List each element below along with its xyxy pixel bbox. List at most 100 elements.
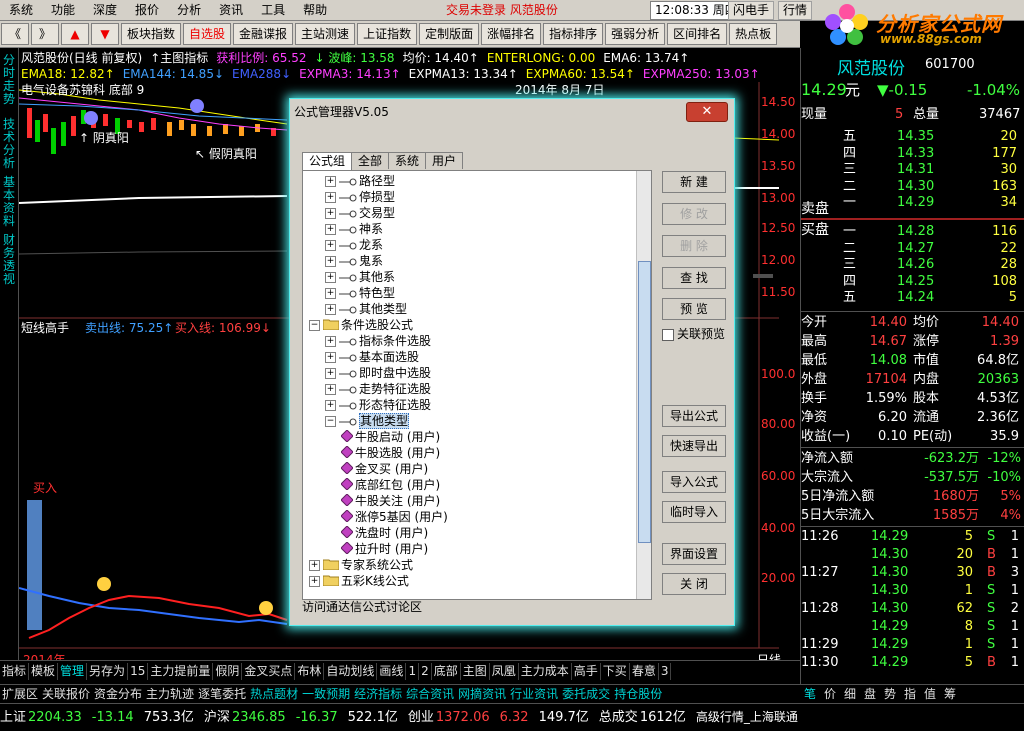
indicator-tab[interactable]: 底部	[432, 663, 461, 680]
right-tab[interactable]: 值	[920, 685, 940, 703]
tree-item-group[interactable]: + 指标条件选股	[325, 333, 431, 349]
dialog-button[interactable]: 导出公式	[662, 405, 726, 427]
menu-item[interactable]: 系统	[0, 0, 42, 20]
collapse-icon[interactable]: −	[325, 416, 336, 427]
indicator-tab[interactable]: 高手	[572, 663, 601, 680]
indicator-tab[interactable]: 模板	[29, 663, 59, 680]
extension-tab[interactable]: 逐笔委托	[196, 685, 248, 703]
indicator-tab[interactable]: 下买	[601, 663, 630, 680]
tree-item-formula[interactable]: 金叉买 (用户)	[340, 460, 428, 477]
expand-icon[interactable]: +	[325, 304, 336, 315]
extension-tab[interactable]: 一致预期	[300, 685, 352, 703]
indicator-tab[interactable]: 3	[659, 663, 672, 680]
collapse-icon[interactable]: −	[309, 320, 320, 331]
extension-tab[interactable]: 行业资讯	[508, 685, 560, 703]
extension-tab[interactable]: 委托成交	[560, 685, 612, 703]
nav-back-button[interactable]: 《	[1, 23, 29, 45]
tab-technical[interactable]: 技术分析	[0, 118, 18, 170]
indicator-tab[interactable]: 另存为	[87, 663, 129, 680]
tree-item-folder[interactable]: + 五彩K线公式	[309, 573, 409, 589]
tree-item-group[interactable]: + 交易型	[325, 205, 395, 221]
menu-item[interactable]: 资讯	[210, 0, 252, 20]
toolbar-button[interactable]: 热点板	[729, 23, 778, 45]
dialog-button[interactable]: 临时导入	[662, 501, 726, 523]
dialog-button[interactable]: 界面设置	[662, 543, 726, 565]
tab-financials[interactable]: 财务透视	[0, 234, 18, 286]
indicator-tab[interactable]: 金叉买点	[242, 663, 296, 680]
tree-item-group[interactable]: + 基本面选股	[325, 349, 419, 365]
expand-icon[interactable]: +	[325, 208, 336, 219]
collapse-icon[interactable]: +	[309, 576, 320, 587]
expand-icon[interactable]: +	[325, 368, 336, 379]
dialog-button[interactable]: 查 找	[662, 267, 726, 289]
right-tab[interactable]: 笔	[800, 685, 820, 703]
tree-item-group[interactable]: − 其他类型	[325, 413, 410, 429]
indicator-tab[interactable]: 春意	[630, 663, 659, 680]
collapse-icon[interactable]: +	[309, 560, 320, 571]
toolbar-button[interactable]: 指标排序	[543, 23, 604, 45]
tree-item-formula[interactable]: 牛股关注 (用户)	[340, 492, 440, 509]
menu-item[interactable]: 功能	[42, 0, 84, 20]
menu-item[interactable]: 分析	[168, 0, 210, 20]
dialog-button[interactable]: 预 览	[662, 298, 726, 320]
extension-tab[interactable]: 扩展区	[0, 685, 40, 703]
nav-forward-button[interactable]: 》	[31, 23, 59, 45]
tree-item-formula[interactable]: 牛股启动 (用户)	[340, 428, 440, 445]
toolbar-button[interactable]: 上证指数	[357, 23, 418, 45]
indicator-tab[interactable]: 画线	[377, 663, 407, 680]
expand-icon[interactable]: +	[325, 400, 336, 411]
indicator-tab[interactable]: 主力成本	[519, 663, 572, 680]
menu-item[interactable]: 帮助	[294, 0, 336, 20]
tree-item-group[interactable]: + 其他系	[325, 269, 395, 285]
right-tab[interactable]: 筹	[940, 685, 960, 703]
tree-item-group[interactable]: + 停损型	[325, 189, 395, 205]
expand-icon[interactable]: +	[325, 384, 336, 395]
indicator-tab[interactable]: 布林	[295, 663, 325, 680]
dialog-button[interactable]: 快速导出	[662, 435, 726, 457]
extension-tab[interactable]: 资金分布	[92, 685, 144, 703]
tab-system[interactable]: 系统	[388, 152, 427, 169]
checkbox-box[interactable]	[662, 328, 674, 341]
indicator-tab[interactable]: 管理	[58, 663, 88, 680]
tab-user[interactable]: 用户	[425, 152, 464, 169]
extension-tab[interactable]: 经济指标	[352, 685, 404, 703]
extension-tab[interactable]: 热点题材	[248, 685, 300, 703]
right-tab[interactable]: 细	[840, 685, 860, 703]
right-tab[interactable]: 价	[820, 685, 840, 703]
toolbar-button[interactable]: 涨幅排名	[481, 23, 542, 45]
toolbar-button[interactable]: 强弱分析	[605, 23, 666, 45]
tree-item-group[interactable]: + 形态特征选股	[325, 397, 431, 413]
tree-item-group[interactable]: + 龙系	[325, 237, 383, 253]
indicator-tab[interactable]: 指标	[0, 663, 30, 680]
dialog-button[interactable]: 关 闭	[662, 573, 726, 595]
nav-up-button[interactable]: ▲	[61, 23, 89, 45]
lightning-trade-button[interactable]: 闪电手	[728, 1, 775, 20]
right-tab[interactable]: 盘	[860, 685, 880, 703]
toolbar-button[interactable]: 金融谍报	[233, 23, 294, 45]
tree-item-group[interactable]: + 特色型	[325, 285, 395, 301]
expand-icon[interactable]: +	[325, 192, 336, 203]
tree-item-formula[interactable]: 底部红包 (用户)	[340, 476, 440, 493]
menu-item[interactable]: 报价	[126, 0, 168, 20]
tab-fundamentals[interactable]: 基本资料	[0, 176, 18, 228]
tree-scrollbar[interactable]	[636, 171, 651, 599]
tree-item-group[interactable]: + 其他类型	[325, 301, 407, 317]
extension-tab[interactable]: 网摘资讯	[456, 685, 508, 703]
indicator-tab[interactable]: 自动划线	[324, 663, 378, 680]
right-tab[interactable]: 势	[880, 685, 900, 703]
tree-item-group[interactable]: + 路径型	[325, 173, 395, 189]
indicator-tab[interactable]: 1	[406, 663, 420, 680]
toolbar-button[interactable]: 定制版面	[419, 23, 480, 45]
tree-item-formula[interactable]: 牛股选股 (用户)	[340, 444, 440, 461]
tab-formula-group[interactable]: 公式组	[302, 152, 353, 171]
toolbar-button[interactable]: 板块指数	[121, 23, 182, 45]
indicator-tab[interactable]: 15	[128, 663, 149, 680]
expand-icon[interactable]: +	[325, 272, 336, 283]
tree-item-folder[interactable]: − 条件选股公式	[309, 317, 413, 333]
indicator-tab[interactable]: 凤凰	[490, 663, 519, 680]
expand-icon[interactable]: +	[325, 240, 336, 251]
expand-icon[interactable]: +	[325, 256, 336, 267]
tree-item-formula[interactable]: 涨停5基因 (用户)	[340, 508, 448, 525]
tree-item-group[interactable]: + 神系	[325, 221, 383, 237]
menu-item[interactable]: 工具	[252, 0, 294, 20]
